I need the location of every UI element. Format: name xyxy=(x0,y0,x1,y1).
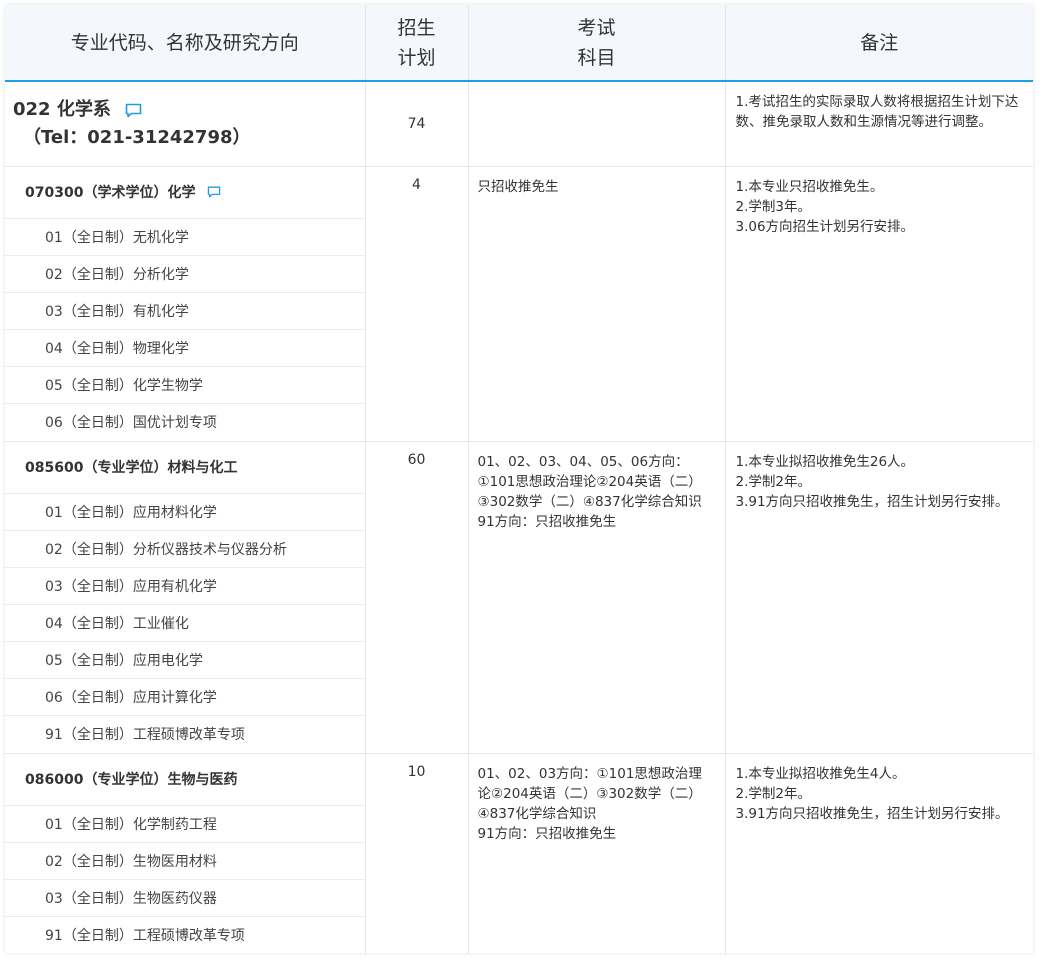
major-exam: 只招收推免生 xyxy=(477,178,559,195)
major-plan-cell: 4 xyxy=(365,166,469,442)
direction-item: 02（全日制）分析化学 xyxy=(5,256,365,293)
dept-note-cell: 1.考试招生的实际录取人数将根据招生计划下达数、推免录取人数和生源情况等进行调整… xyxy=(725,81,1033,167)
major-note: 1.本专业拟招收推免生26人。 2.学制2年。 3.91方向只招收推免生，招生计… xyxy=(735,453,1009,510)
dept-name: 022 化学系 xyxy=(13,99,111,120)
major-plan: 60 xyxy=(407,451,426,468)
direction-item: 91（全日制）工程硕博改革专项 xyxy=(45,928,245,944)
admissions-table-panel: 专业代码、名称及研究方向 招生 计划 考试 科目 备注 022 化学系 （Tel：0… xyxy=(5,5,1033,954)
admissions-table: 专业代码、名称及研究方向 招生 计划 考试 科目 备注 022 化学系 （Tel：0… xyxy=(5,5,1033,954)
direction-item: 91（全日制）工程硕博改革专项 xyxy=(45,727,245,743)
direction-item: 04（全日制）物理化学 xyxy=(5,330,365,367)
direction-item: 03（全日制）有机化学 xyxy=(5,293,365,330)
major-row: 086000（专业学位）生物与医药 01（全日制）化学制药工程 02（全日制）生… xyxy=(5,753,1033,954)
major-directions-cell: 085600（专业学位）材料与化工 01（全日制）应用材料化学 02（全日制）分… xyxy=(5,441,366,754)
major-title: 086000（专业学位）生物与医药 xyxy=(25,772,238,788)
direction-item: 05（全日制）化学生物学 xyxy=(5,367,365,404)
major-exam-cell: 01、02、03方向：①101思想政治理 论②204英语（二）③302数学（二）… xyxy=(468,753,726,954)
direction-item: 03（全日制）生物医药仪器 xyxy=(5,880,365,917)
major-title-row: 070300（学术学位）化学 xyxy=(5,167,365,219)
major-note-cell: 1.本专业拟招收推免生26人。 2.学制2年。 3.91方向只招收推免生，招生计… xyxy=(725,441,1033,754)
major-plan: 4 xyxy=(412,176,421,193)
direction-item: 01（全日制）无机化学 xyxy=(5,219,365,256)
direction-item: 01（全日制）化学制药工程 xyxy=(5,806,365,843)
major-exam: 01、02、03方向：①101思想政治理 论②204英语（二）③302数学（二）… xyxy=(477,765,702,842)
header-plan: 招生 计划 xyxy=(365,5,469,82)
direction-item: 02（全日制）生物医用材料 xyxy=(5,843,365,880)
direction-item: 06（全日制）应用计算化学 xyxy=(5,679,365,716)
major-directions-cell: 070300（学术学位）化学 01（全日制）无机化学 02（全日制）分析化学 0… xyxy=(5,166,366,442)
direction-item: 02（全日制）分析仪器技术与仪器分析 xyxy=(5,531,365,568)
dept-row: 022 化学系 （Tel：021-31242798） 74 1.考试招生的实际录… xyxy=(5,81,1033,167)
dept-plan-cell: 74 xyxy=(365,81,469,167)
major-row: 070300（学术学位）化学 01（全日制）无机化学 02（全日制）分析化学 0… xyxy=(5,166,1033,442)
major-note: 1.本专业拟招收推免生4人。 2.学制2年。 3.91方向只招收推免生，招生计划… xyxy=(735,765,1009,822)
dept-tel: （Tel：021-31242798） xyxy=(23,127,251,148)
header-note: 备注 xyxy=(725,5,1033,82)
dept-note: 1.考试招生的实际录取人数将根据招生计划下达数、推免录取人数和生源情况等进行调整… xyxy=(735,94,1019,130)
header-exam: 考试 科目 xyxy=(468,5,726,82)
major-plan: 10 xyxy=(407,763,426,780)
major-title-row: 085600（专业学位）材料与化工 xyxy=(5,442,365,494)
major-note-cell: 1.本专业只招收推免生。 2.学制3年。 3.06方向招生计划另行安排。 xyxy=(725,166,1033,442)
major-note: 1.本专业只招收推免生。 2.学制3年。 3.06方向招生计划另行安排。 xyxy=(735,178,915,235)
major-title: 085600（专业学位）材料与化工 xyxy=(25,460,238,476)
major-row: 085600（专业学位）材料与化工 01（全日制）应用材料化学 02（全日制）分… xyxy=(5,441,1033,754)
comment-icon[interactable] xyxy=(207,186,221,198)
direction-item: 03（全日制）应用有机化学 xyxy=(5,568,365,605)
header-major: 专业代码、名称及研究方向 xyxy=(5,5,366,82)
major-note-cell: 1.本专业拟招收推免生4人。 2.学制2年。 3.91方向只招收推免生，招生计划… xyxy=(725,753,1033,954)
table-header-row: 专业代码、名称及研究方向 招生 计划 考试 科目 备注 xyxy=(5,5,1033,82)
major-directions-cell: 086000（专业学位）生物与医药 01（全日制）化学制药工程 02（全日制）生… xyxy=(5,753,366,954)
dept-info: 022 化学系 （Tel：021-31242798） xyxy=(5,81,366,167)
direction-item: 05（全日制）应用电化学 xyxy=(5,642,365,679)
major-title: 070300（学术学位）化学 xyxy=(25,185,196,201)
major-exam-cell: 01、02、03、04、05、06方向： ①101思想政治理论②204英语（二）… xyxy=(468,441,726,754)
comment-icon[interactable] xyxy=(125,103,142,118)
major-plan-cell: 10 xyxy=(365,753,469,954)
major-title-row: 086000（专业学位）生物与医药 xyxy=(5,754,365,806)
direction-item: 04（全日制）工业催化 xyxy=(5,605,365,642)
direction-item: 06（全日制）国优计划专项 xyxy=(45,415,217,431)
major-exam-cell: 只招收推免生 xyxy=(468,166,726,442)
direction-item: 01（全日制）应用材料化学 xyxy=(5,494,365,531)
major-plan-cell: 60 xyxy=(365,441,469,754)
dept-exam-cell xyxy=(468,81,726,167)
dept-plan: 74 xyxy=(407,116,426,132)
major-exam: 01、02、03、04、05、06方向： ①101思想政治理论②204英语（二）… xyxy=(477,453,702,530)
